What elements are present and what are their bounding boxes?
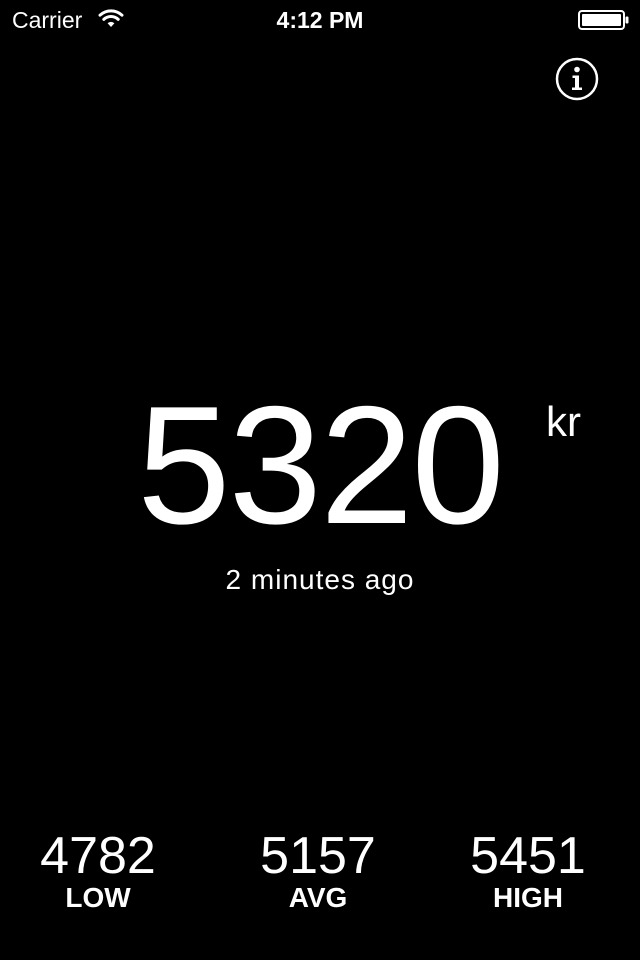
info-button[interactable] [555,57,599,101]
stat-avg-value: 5157 [260,827,376,885]
status-bar: Carrier 4:12 PM [0,0,640,40]
stat-low-label: LOW [65,882,131,913]
stat-low-value: 4782 [40,827,156,885]
stat-high-value: 5451 [470,827,586,885]
stat-high: 5451 HIGH [428,826,628,914]
currency-unit: kr [546,398,581,445]
stat-avg-label: AVG [288,882,348,913]
stat-avg: 5157 AVG [218,826,418,914]
current-price: 5320 kr [0,380,640,550]
last-updated: 2 minutes ago [225,564,415,595]
stat-low: 4782 LOW [0,826,198,914]
stat-high-label: HIGH [493,882,563,913]
info-icon [555,57,599,101]
status-time: 4:12 PM [276,7,364,33]
battery-full-icon [578,10,629,30]
price-value: 5320 [137,371,505,559]
